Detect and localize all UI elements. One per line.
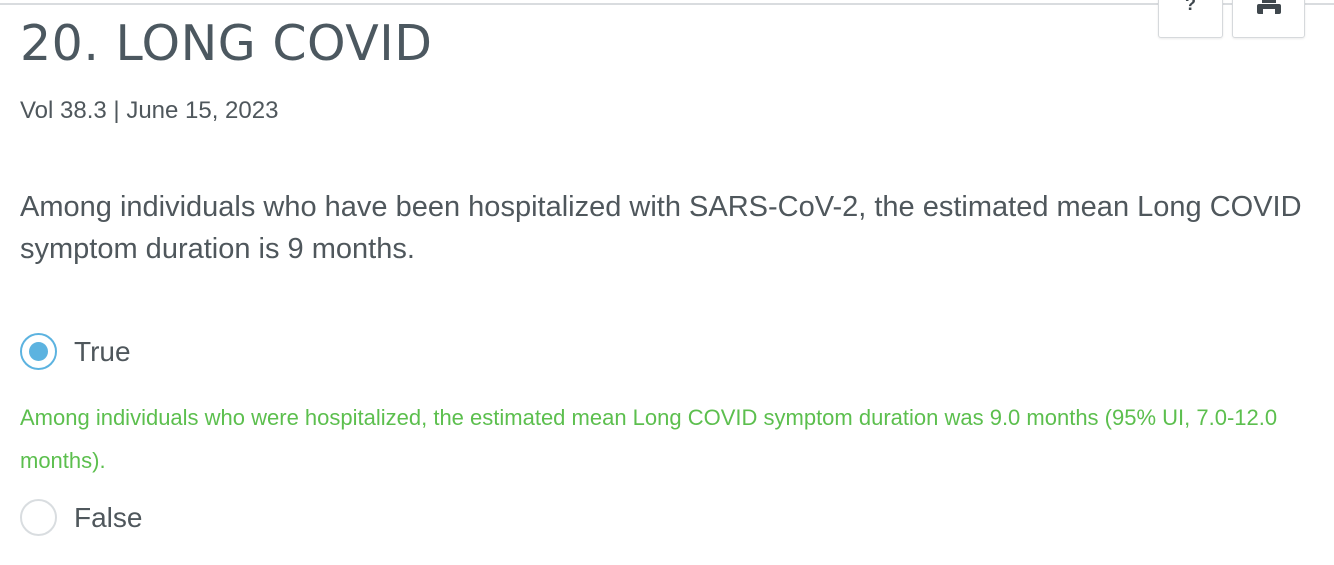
- option-true[interactable]: True: [20, 333, 131, 370]
- radio-false[interactable]: [20, 499, 57, 536]
- option-false-label: False: [74, 502, 143, 533]
- top-divider: [0, 3, 1334, 5]
- print-button[interactable]: [1232, 0, 1305, 38]
- radio-selected-dot: [29, 342, 48, 361]
- option-false[interactable]: False: [20, 499, 142, 536]
- question-mark-icon: ?: [1185, 0, 1196, 14]
- page: ? 20. LONG COVID Vol 38.3 | June 15, 202…: [0, 0, 1334, 565]
- question-text: Among individuals who have been hospital…: [20, 191, 1302, 265]
- page-title: 20. LONG COVID: [20, 15, 433, 72]
- help-button[interactable]: ?: [1158, 0, 1223, 38]
- issue-info: Vol 38.3 | June 15, 2023: [20, 97, 279, 124]
- option-true-label: True: [74, 336, 131, 367]
- printer-icon: [1256, 0, 1281, 15]
- answer-feedback: Among individuals who were hospitalized,…: [20, 405, 1278, 473]
- radio-true[interactable]: [20, 333, 57, 370]
